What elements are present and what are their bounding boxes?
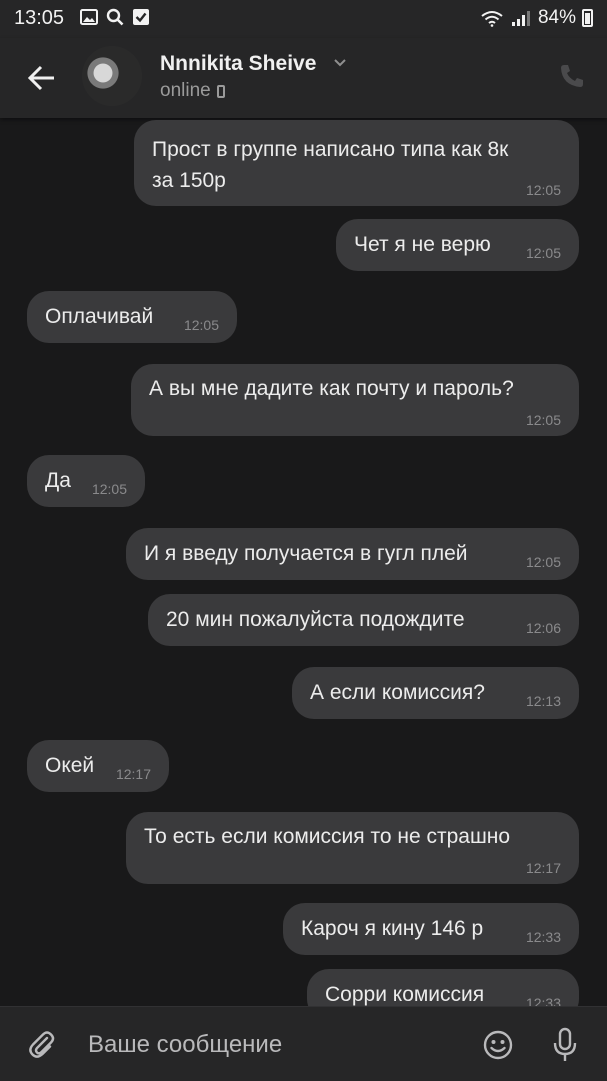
back-arrow-icon[interactable] <box>22 60 62 96</box>
contact-status: online <box>160 80 225 102</box>
incoming-message[interactable]: Окей 12:17 <box>27 740 169 792</box>
message-text: Кароч я кину 146 р <box>301 913 483 944</box>
message-time: 12:17 <box>115 766 151 782</box>
mobile-icon <box>216 84 225 98</box>
message-line: А если комиссия? <box>310 681 485 704</box>
paperclip-icon[interactable] <box>26 1029 58 1061</box>
message-time: 12:05 <box>525 554 561 570</box>
microphone-icon[interactable] <box>552 1027 578 1063</box>
message-line: То есть если комиссия то не страшно <box>144 825 511 848</box>
checkbox-icon <box>133 9 149 25</box>
incoming-message[interactable]: Да 12:05 <box>27 455 145 507</box>
status-text: online <box>160 80 211 101</box>
message-time: 12:05 <box>525 412 561 428</box>
status-time: 13:05 <box>14 7 65 29</box>
message-time: 12:06 <box>525 620 561 636</box>
message-line: 20 мин пожалуйста подождите <box>166 608 465 631</box>
status-icons <box>80 8 150 26</box>
message-line: Кароч я кину 146 р <box>301 917 484 940</box>
battery-icon <box>582 9 593 27</box>
status-bar: 13:05 84% <box>0 0 607 38</box>
message-text: Чет я не верю <box>354 229 491 260</box>
outgoing-message[interactable]: То есть если комиссия то не страшно 12:17 <box>126 812 579 884</box>
message-input[interactable] <box>86 1023 470 1067</box>
outgoing-message[interactable]: Сорри комиссия 12:33 <box>307 969 579 1006</box>
message-line: Прост в группе написано типа как 8к <box>152 138 509 161</box>
message-line: Сорри комиссия <box>325 983 485 1006</box>
outgoing-message[interactable]: И я введу получается в гугл плей 12:05 <box>126 528 579 580</box>
message-text: И я введу получается в гугл плей <box>144 538 468 569</box>
message-time: 12:33 <box>525 929 561 945</box>
message-time: 12:05 <box>183 317 219 333</box>
avatar[interactable] <box>82 46 142 106</box>
message-line: И я введу получается в гугл плей <box>144 542 468 565</box>
message-line: Оплачивай <box>45 305 154 328</box>
incoming-message[interactable]: Оплачивай 12:05 <box>27 291 237 343</box>
chat-header: Nnnikita Sheive online <box>0 38 607 118</box>
message-time: 12:13 <box>525 693 561 709</box>
message-text: А вы мне дадите как почту и пароль? <box>149 373 514 404</box>
message-line: Чет я не верю <box>354 233 491 256</box>
message-text: Оплачивай <box>45 301 153 332</box>
message-line: за 150р <box>152 169 226 192</box>
message-list[interactable]: Прост в группе написано типа как 8к за 15… <box>0 118 607 1006</box>
message-time: 12:17 <box>525 860 561 876</box>
search-icon <box>106 8 124 26</box>
outgoing-message[interactable]: Прост в группе написано типа как 8к за 15… <box>134 120 579 206</box>
message-time: 12:33 <box>525 995 561 1006</box>
composer-bar <box>0 1006 607 1081</box>
message-text: Прост в группе написано типа как 8к за 15… <box>152 134 508 196</box>
outgoing-message[interactable]: Кароч я кину 146 р 12:33 <box>283 903 579 955</box>
message-line: Да <box>45 469 71 492</box>
message-text: 20 мин пожалуйста подождите <box>166 604 465 635</box>
message-text: А если комиссия? <box>310 677 485 708</box>
message-text: Да <box>45 465 71 496</box>
outgoing-message[interactable]: 20 мин пожалуйста подождите 12:06 <box>148 594 579 646</box>
emoji-icon[interactable] <box>482 1029 514 1061</box>
phone-icon[interactable] <box>558 62 586 90</box>
message-text: То есть если комиссия то не страшно <box>144 821 510 852</box>
message-text: Окей <box>45 750 94 781</box>
chevron-down-icon[interactable] <box>333 58 347 68</box>
wifi-icon <box>481 11 503 27</box>
message-line: А вы мне дадите как почту и пароль? <box>149 377 514 400</box>
message-time: 12:05 <box>91 481 127 497</box>
outgoing-message[interactable]: А вы мне дадите как почту и пароль? 12:05 <box>131 364 579 436</box>
battery-percentage: 84% <box>537 7 576 28</box>
message-time: 12:05 <box>525 182 561 198</box>
signal-icon <box>511 11 530 26</box>
image-icon <box>80 9 98 25</box>
status-right: 84% <box>480 7 593 29</box>
outgoing-message[interactable]: А если комиссия? 12:13 <box>292 667 579 719</box>
message-time: 12:05 <box>525 245 561 261</box>
message-text: Сорри комиссия <box>325 979 484 1006</box>
message-line: Окей <box>45 754 95 777</box>
contact-name[interactable]: Nnnikita Sheive <box>160 52 316 76</box>
outgoing-message[interactable]: Чет я не верю 12:05 <box>336 219 579 271</box>
